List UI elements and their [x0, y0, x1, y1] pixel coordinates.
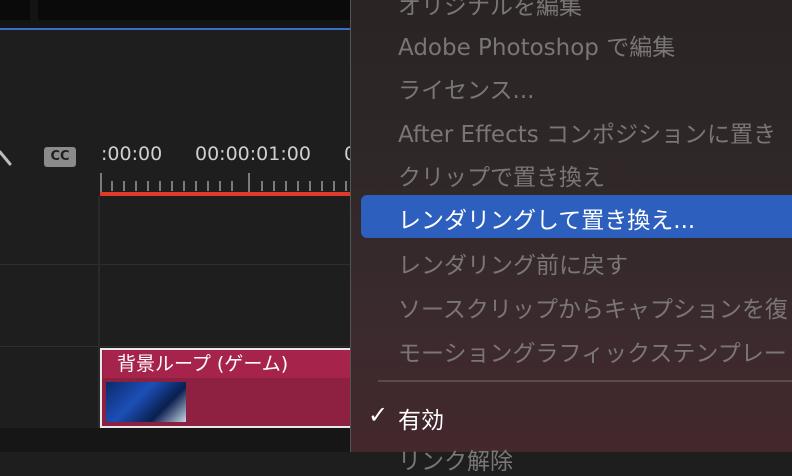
menu-item-replace-with-clip[interactable]: クリップで置き換え	[398, 158, 605, 192]
menu-item-edit-in-photoshop[interactable]: Adobe Photoshop で編集	[398, 28, 675, 62]
time-ruler[interactable]	[100, 173, 350, 193]
menu-item-edit-original[interactable]: オリジナルを編集	[398, 0, 582, 21]
menu-item-motion-graphics-template[interactable]: モーショングラフィックステンプレー	[398, 334, 787, 368]
menu-separator	[378, 380, 792, 382]
scrollbar-track[interactable]	[0, 428, 350, 452]
menu-item-unlink[interactable]: リンク解除	[398, 442, 513, 476]
menu-item-license[interactable]: ライセンス...	[398, 71, 534, 105]
checkmark-icon: ✓	[368, 401, 389, 429]
wrench-icon[interactable]	[0, 150, 12, 170]
captions-icon[interactable]: CC	[44, 147, 76, 167]
timecode-label: 00:00:01:00	[195, 143, 311, 165]
clip-body	[186, 382, 350, 422]
clip-thumbnail	[106, 382, 186, 422]
track-divider	[0, 346, 350, 347]
timecode-label: :00:00	[101, 143, 163, 165]
work-area-bar[interactable]	[100, 192, 350, 196]
track-divider	[0, 264, 350, 265]
panel-focus-line	[0, 28, 350, 30]
menu-item-restore-unrendered[interactable]: レンダリング前に戻す	[398, 246, 628, 280]
menu-item-label: レンダリングして置き換え...	[398, 208, 696, 234]
program-monitor-strip	[0, 0, 350, 28]
clip-title: 背景ループ (ゲーム)	[103, 350, 350, 378]
menu-item-enabled[interactable]: 有効	[398, 401, 444, 435]
menu-item-restore-captions[interactable]: ソースクリップからキャプションを復	[398, 290, 788, 324]
menu-item-replace-with-ae-comp[interactable]: After Effects コンポジションに置き	[398, 115, 776, 149]
